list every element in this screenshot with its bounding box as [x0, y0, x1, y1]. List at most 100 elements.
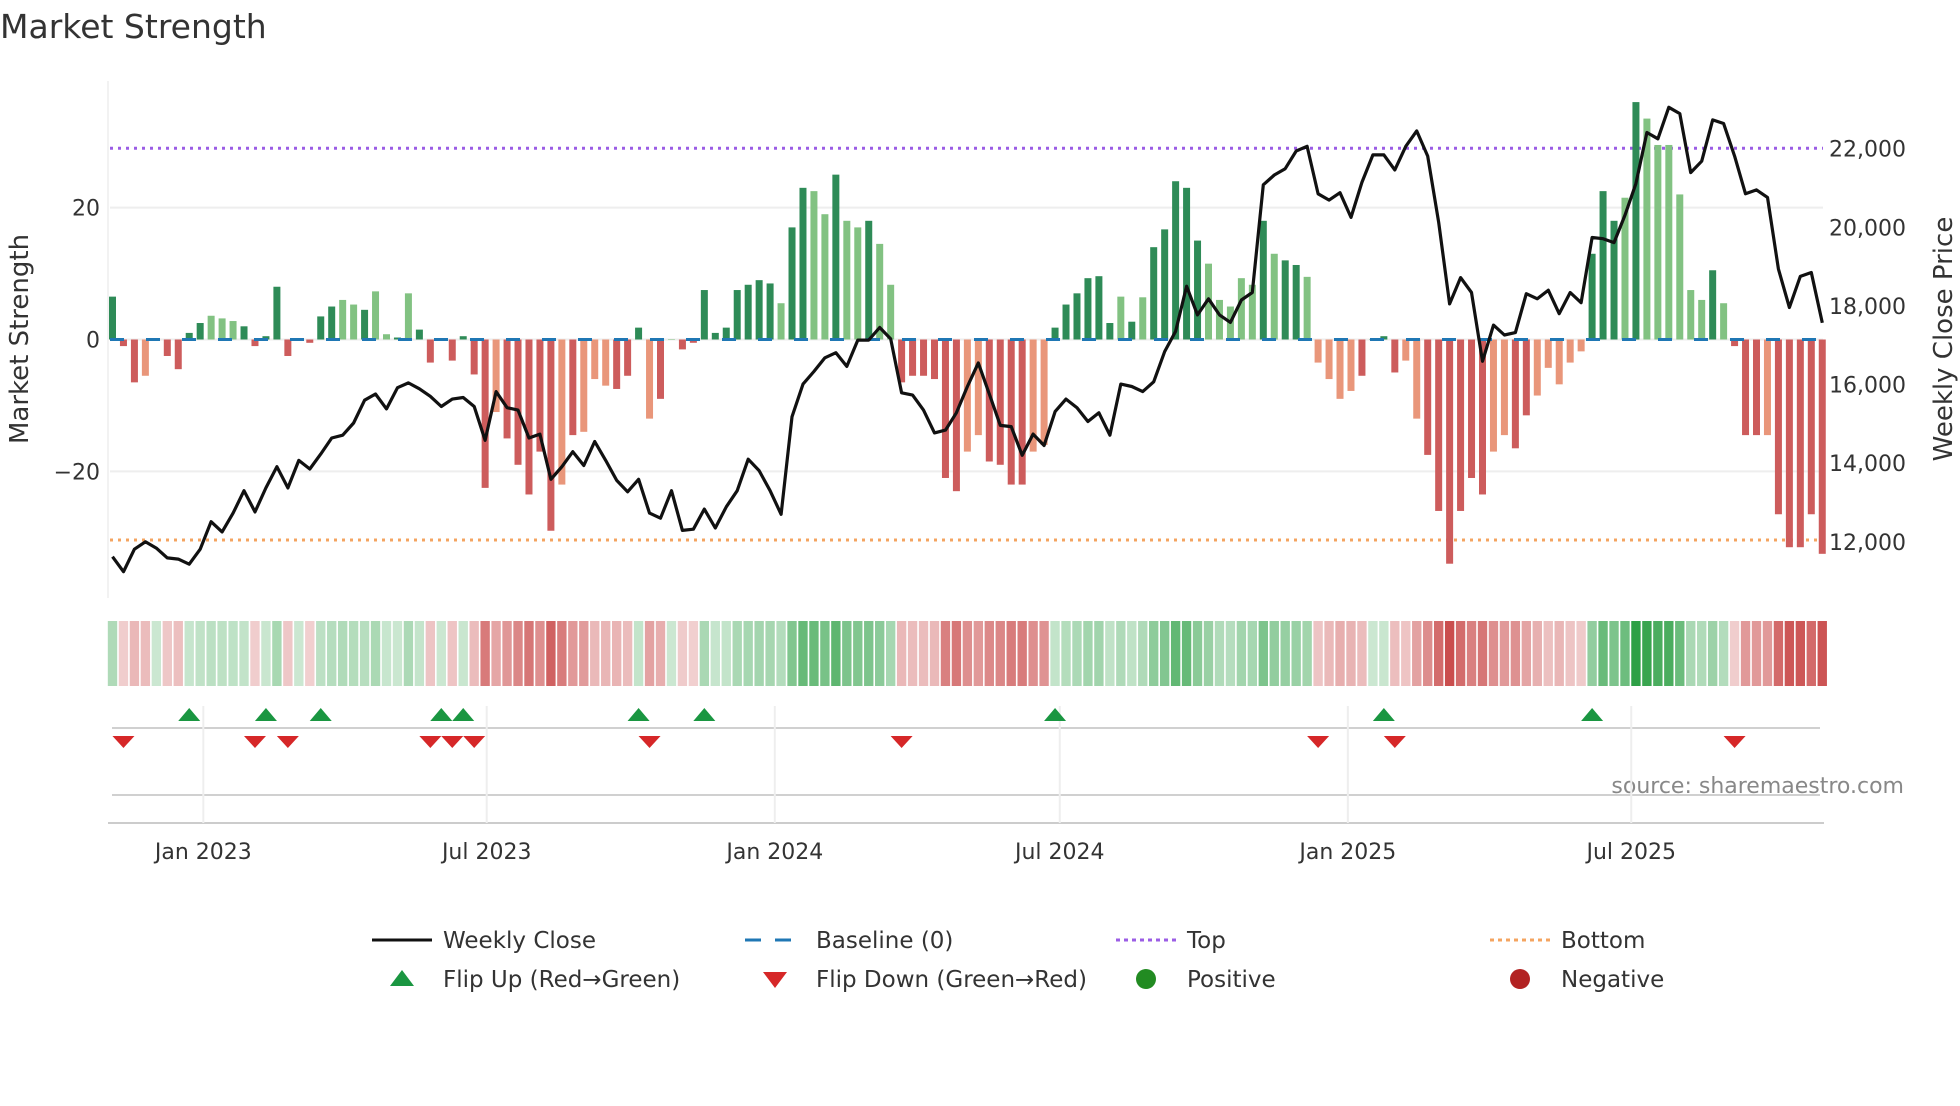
strength-bar — [788, 227, 796, 340]
strength-strip-cell — [1795, 621, 1806, 686]
strength-strip-cell — [1510, 621, 1521, 686]
strength-bar — [218, 318, 226, 340]
strength-bar — [383, 334, 390, 340]
strength-strip-cell — [502, 621, 512, 686]
strength-strip-cell — [1729, 621, 1740, 686]
strength-strip-cell — [1159, 621, 1170, 686]
strength-bar — [163, 339, 171, 356]
strength-strip-cell — [644, 621, 655, 686]
strength-strip-cell — [1762, 621, 1773, 686]
strength-strip-cell — [633, 621, 644, 686]
strength-strip-cell — [666, 621, 677, 686]
strength-bar — [207, 315, 215, 340]
strength-bar — [821, 214, 829, 340]
strength-strip-cell — [1686, 621, 1696, 686]
strength-strip-cell — [1368, 621, 1378, 686]
flip-down-marker — [276, 736, 299, 748]
strength-bar — [1391, 339, 1399, 373]
strength-strip-cell — [1291, 621, 1301, 686]
strength-strip-cell — [809, 621, 819, 686]
strength-bar — [1763, 339, 1771, 436]
flip-up-marker — [693, 708, 716, 721]
strength-strip-cell — [436, 621, 446, 686]
strength-bar — [1522, 339, 1530, 416]
strength-bar — [1511, 339, 1519, 449]
strength-strip-cell — [1324, 621, 1334, 686]
strength-strip-cell — [864, 621, 874, 686]
strength-strip-cell — [184, 621, 194, 686]
strength-bar — [1654, 144, 1662, 340]
legend-positive-icon — [1136, 969, 1156, 989]
strength-bar — [1281, 260, 1289, 340]
strength-strip-cell — [875, 621, 885, 686]
x-tick-label: Jan 2025 — [1297, 840, 1396, 865]
y2-axis-title: Weekly Close Price — [1929, 217, 1959, 462]
strength-strip-cell — [469, 621, 479, 686]
strength-strip-cell — [1664, 621, 1674, 686]
strength-strip-cell — [601, 621, 611, 686]
flip-up-marker — [430, 708, 453, 721]
strength-strip-cell — [491, 621, 501, 686]
strength-bar — [1128, 321, 1136, 340]
strength-strip-cell — [557, 621, 567, 686]
strength-bar — [1676, 194, 1684, 340]
strength-bar — [1753, 339, 1760, 436]
strength-bar — [941, 339, 949, 478]
strength-strip-cell — [370, 621, 381, 686]
strength-bar — [1435, 339, 1443, 511]
flip-down-marker — [1383, 736, 1406, 748]
strength-bar — [1117, 296, 1125, 340]
strength-strip-cell — [305, 621, 315, 686]
strength-bar — [1183, 187, 1191, 340]
strength-bar — [547, 339, 555, 531]
strength-bar — [1237, 278, 1245, 340]
strength-strip-cell — [688, 621, 699, 686]
strength-strip-cell — [1773, 621, 1784, 686]
strength-strip-cell — [721, 621, 731, 686]
strength-strip-cell — [1784, 621, 1795, 686]
strength-bar — [1194, 240, 1202, 340]
strength-strip-cell — [118, 621, 129, 686]
strength-bar — [646, 339, 654, 419]
strength-bar — [865, 220, 873, 340]
strength-strip-cell — [206, 621, 216, 686]
strength-strip-cell — [1357, 621, 1367, 686]
strength-bar — [843, 220, 851, 340]
flip-down-marker — [890, 736, 913, 748]
strength-bar — [1555, 339, 1563, 385]
strength-bar — [1489, 339, 1497, 452]
y2-tick-label: 20,000 — [1829, 216, 1906, 241]
legend-label: Flip Down (Green→Red) — [816, 967, 1087, 993]
strength-strip-cell — [261, 621, 271, 686]
strength-bar — [887, 284, 895, 340]
strength-strip-cell — [787, 621, 797, 686]
strength-strip-cell — [918, 621, 929, 686]
legend-label: Flip Up (Red→Green) — [443, 967, 680, 993]
strength-bar — [503, 339, 511, 439]
strength-strip-cell — [151, 621, 162, 686]
strength-bar — [810, 191, 818, 340]
strength-bar — [284, 339, 292, 356]
strength-bar — [1062, 304, 1070, 340]
strength-bar — [448, 339, 456, 361]
x-tick-label: Jul 2024 — [1013, 840, 1105, 865]
strength-bar — [174, 339, 182, 370]
strength-strip-cell — [1488, 621, 1499, 686]
chart-title: Market Strength — [0, 7, 267, 46]
strength-bar — [317, 316, 325, 340]
strength-strip-cell — [1412, 621, 1422, 686]
strength-bar — [1774, 339, 1782, 515]
strength-bar — [130, 339, 138, 383]
strength-strip-cell — [140, 621, 151, 686]
x-tick-label: Jul 2023 — [440, 840, 532, 865]
strength-strip-cell — [173, 621, 183, 686]
strength-bar — [372, 291, 380, 340]
legend-label: Top — [1186, 928, 1226, 954]
strength-strip-cell — [1269, 621, 1279, 686]
strength-bar — [1457, 339, 1465, 511]
strength-bar — [1796, 339, 1804, 548]
strength-strip-cell — [107, 621, 118, 686]
strength-bar — [711, 332, 719, 340]
strength-strip-cell — [1499, 621, 1510, 686]
strength-strip-cell — [1620, 621, 1630, 686]
